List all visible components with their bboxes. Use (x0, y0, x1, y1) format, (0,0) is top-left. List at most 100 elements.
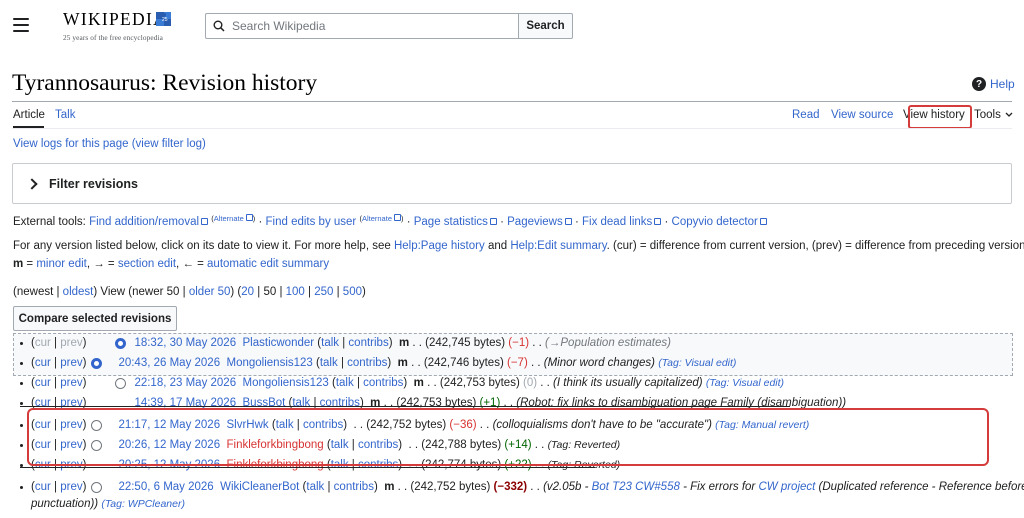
help-label[interactable]: Help (990, 77, 1015, 91)
summary-link[interactable]: CW project (758, 481, 815, 493)
arrow-right-icon: → (93, 258, 105, 270)
search-input[interactable]: Search Wikipedia (205, 13, 518, 39)
bullet (20, 381, 23, 385)
tabs-divider (12, 128, 1012, 129)
fix-dead-links-link[interactable]: Fix dead links (582, 216, 652, 228)
contribs-link[interactable]: contribs (363, 377, 403, 389)
help-icon: ? (972, 77, 986, 91)
help-text: . (cur) = difference from current versio… (606, 240, 1024, 252)
revision-date-link[interactable]: 22:18, 23 May 2026 (134, 377, 236, 389)
revision-user-link[interactable]: Plasticwonder (243, 337, 315, 349)
filter-revisions-toggle[interactable]: Filter revisions (12, 163, 1012, 204)
compare-selected-button[interactable]: Compare selected revisions (13, 306, 177, 331)
contribs-link[interactable]: contribs (348, 337, 388, 349)
revision-summary: - Fix errors for (679, 481, 759, 493)
puzzle-globe-icon: 25 (156, 12, 171, 26)
prev-link[interactable]: prev (60, 377, 82, 389)
tab-talk[interactable]: Talk (55, 109, 75, 121)
external-link-icon (564, 218, 572, 225)
page-statistics-link[interactable]: Page statistics (414, 216, 488, 228)
tools-menu[interactable]: Tools (974, 109, 1013, 121)
revision-diff: (−332) (493, 481, 528, 493)
revision-row-continuation: punctuation)) (Tag: WPCleaner) (31, 498, 185, 510)
revision-row: (cur | prev) 20:43, 26 May 2026 Mongolie… (20, 357, 736, 369)
revision-date-link[interactable]: 18:32, 30 May 2026 (134, 337, 236, 349)
wikipedia-logo[interactable]: WIKIPEDIA 25 years of the free encyclope… (63, 9, 171, 42)
revision-date-link[interactable]: 20:43, 26 May 2026 (118, 357, 220, 369)
limit-500-link[interactable]: 500 (343, 286, 362, 298)
tab-view-source[interactable]: View source (831, 109, 893, 121)
contribs-link[interactable]: contribs (347, 357, 387, 369)
copyvio-detector-link[interactable]: Copyvio detector (672, 216, 758, 228)
newest-label: newest (16, 286, 54, 298)
page-title: Tyrannosaurus: Revision history (12, 70, 318, 96)
search-button[interactable]: Search (518, 13, 573, 39)
search-placeholder: Search Wikipedia (232, 19, 326, 33)
annotation-highlight-box (27, 408, 989, 466)
revision-user-link[interactable]: Mongoliensis123 (243, 377, 329, 389)
view-history-highlight (908, 105, 972, 129)
pageviews-link[interactable]: Pageviews (507, 216, 563, 228)
arrow-left-icon: ← (182, 258, 194, 270)
main-menu-icon[interactable] (13, 18, 29, 32)
talk-link[interactable]: talk (306, 481, 324, 493)
revision-row: (cur | prev) 22:18, 23 May 2026 Mongolie… (20, 377, 784, 389)
revision-user-link[interactable]: Mongoliensis123 (227, 357, 313, 369)
prev-link[interactable]: prev (60, 481, 82, 493)
alternate-link[interactable]: Alternate (214, 214, 244, 223)
radio-placeholder (91, 378, 102, 389)
bullet (20, 401, 23, 405)
help-text: For any version listed below, click on i… (13, 240, 391, 252)
revision-bytes: (242,753 bytes) (439, 377, 520, 389)
cur-link[interactable]: cur (35, 377, 51, 389)
revision-date-link[interactable]: 22:50, 6 May 2026 (118, 481, 213, 493)
revision-tag[interactable]: (Tag: Visual edit) (706, 377, 784, 389)
cur-link[interactable]: cur (35, 481, 51, 493)
alternate-link[interactable]: Alternate (362, 214, 392, 223)
older-link[interactable]: older 50 (189, 286, 231, 298)
revision-radio[interactable] (115, 377, 127, 389)
logs-line: View logs for this page (view filter log… (13, 138, 206, 150)
contribs-link[interactable]: contribs (334, 481, 374, 493)
revision-radio[interactable] (115, 337, 127, 349)
view-logs-link[interactable]: View logs for this page (13, 138, 129, 150)
talk-link[interactable]: talk (320, 357, 338, 369)
external-link-icon (489, 218, 497, 225)
revision-diff: (0) (523, 377, 538, 389)
limit-100-link[interactable]: 100 (286, 286, 305, 298)
revision-summary: (v2.05b - (543, 481, 592, 493)
oldest-link[interactable]: oldest (63, 286, 94, 298)
view-filter-log-link[interactable]: (view filter log) (132, 138, 206, 150)
revision-tag[interactable]: (Tag: WPCleaner) (101, 498, 185, 510)
talk-link[interactable]: talk (321, 337, 339, 349)
tab-read[interactable]: Read (792, 109, 820, 121)
help-link[interactable]: ? Help (972, 77, 1015, 91)
summary-link[interactable]: Bot T23 CW#558 (592, 481, 680, 493)
tab-article[interactable]: Article (13, 109, 45, 121)
section-edit-link[interactable]: section edit (118, 258, 176, 270)
revision-radio-old[interactable] (91, 481, 103, 493)
find-edits-link[interactable]: Find edits by user (266, 216, 357, 228)
help-page-history-link[interactable]: Help:Page history (394, 240, 485, 252)
minor-marker: m (13, 258, 24, 270)
revision-tag[interactable]: (Tag: Visual edit) (658, 357, 736, 369)
help-edit-summary-link[interactable]: Help:Edit summary (510, 240, 606, 252)
find-addition-link[interactable]: Find addition/removal (89, 216, 199, 228)
cur-link[interactable]: cur (35, 357, 51, 369)
talk-link[interactable]: talk (336, 377, 354, 389)
bullet (20, 423, 23, 427)
external-link-icon (201, 218, 209, 225)
revision-radio-old[interactable] (91, 357, 103, 369)
minor-marker: m (384, 481, 395, 493)
revision-diff: (−7) (507, 357, 528, 369)
auto-summary-link[interactable]: automatic edit summary (207, 258, 329, 270)
revision-bytes: (242,752 bytes) (410, 481, 491, 493)
limit-250-link[interactable]: 250 (314, 286, 333, 298)
minor-edit-link[interactable]: minor edit (36, 258, 87, 270)
prev-link[interactable]: prev (60, 357, 82, 369)
help-text: and (487, 240, 508, 252)
external-link-icon (245, 214, 253, 221)
revision-user-link[interactable]: WikiCleanerBot (220, 481, 299, 493)
minor-marker: m (398, 337, 410, 349)
limit-20-link[interactable]: 20 (241, 286, 254, 298)
